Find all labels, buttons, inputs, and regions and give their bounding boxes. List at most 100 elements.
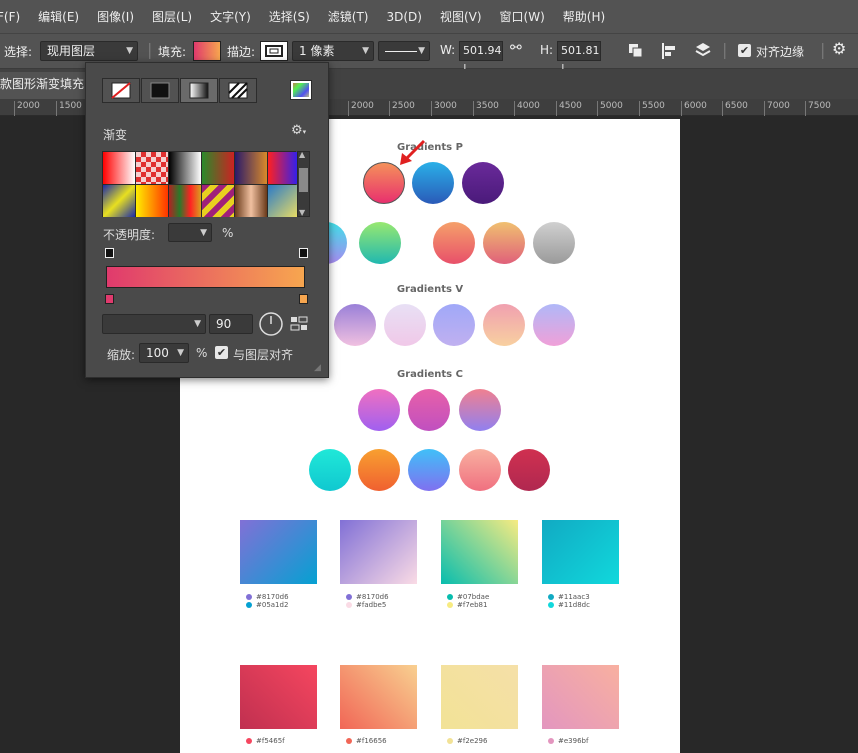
select-dropdown[interactable]: 现用图层 ▼ [40, 41, 138, 61]
stroke-swatch[interactable] [260, 41, 288, 61]
menu-help[interactable]: 帮助(H) [554, 8, 614, 25]
gradient-preset[interactable] [235, 152, 267, 184]
menu-file[interactable]: F(F) [0, 10, 29, 24]
color-stop-right[interactable] [299, 294, 308, 304]
gradient-preset[interactable] [136, 185, 168, 217]
gradient-square[interactable] [542, 520, 619, 584]
path-alignment-icon[interactable] [660, 42, 678, 60]
gradient-circle[interactable] [359, 222, 401, 264]
gradient-preset[interactable] [103, 185, 135, 217]
link-icon[interactable]: ⚯ [510, 40, 522, 56]
path-arrangement-icon[interactable] [693, 41, 713, 61]
gradient-circle[interactable] [459, 449, 501, 491]
color-picker-icon[interactable] [290, 80, 312, 100]
width-input[interactable]: 501.94 | [459, 41, 503, 75]
divider: | [820, 40, 826, 59]
gradient-preset[interactable] [235, 185, 267, 217]
menu-3d[interactable]: 3D(D) [377, 10, 430, 24]
height-input[interactable]: 501.81 | [557, 41, 601, 75]
document-tab[interactable]: 款图形渐变填充 [0, 72, 95, 99]
gear-icon[interactable]: ⚙ [832, 39, 846, 58]
menu-edit[interactable]: 编辑(E) [29, 8, 88, 25]
gradient-circle[interactable] [533, 222, 575, 264]
gradient-square[interactable] [340, 520, 417, 584]
gradient-preset[interactable] [169, 185, 201, 217]
scrollbar-thumb[interactable] [299, 168, 308, 192]
gradient-circle[interactable] [483, 304, 525, 346]
ruler-mark: 3500 [473, 101, 499, 116]
gradient-circle[interactable] [358, 389, 400, 431]
gradient-circle[interactable] [309, 449, 351, 491]
gradient-preset[interactable] [268, 152, 300, 184]
red-arrow-annotation [400, 139, 426, 165]
menu-window[interactable]: 窗口(W) [491, 8, 554, 25]
opacity-input[interactable]: ▼ [168, 223, 212, 242]
menu-view[interactable]: 视图(V) [431, 8, 491, 25]
stroke-type-dropdown[interactable]: ▼ [378, 41, 430, 61]
gradient-square[interactable] [542, 665, 619, 729]
gradient-circle[interactable] [459, 389, 501, 431]
solid-color-icon [150, 82, 170, 99]
menu-bar: F(F) 编辑(E) 图像(I) 图层(L) 文字(Y) 选择(S) 滤镜(T)… [0, 0, 858, 34]
gradient-circle[interactable] [408, 389, 450, 431]
path-operations-icon[interactable] [627, 42, 645, 60]
menu-filter[interactable]: 滤镜(T) [319, 8, 378, 25]
gradient-preset[interactable] [103, 152, 135, 184]
menu-select[interactable]: 选择(S) [260, 8, 319, 25]
menu-image[interactable]: 图像(I) [88, 8, 143, 25]
opacity-stop-left[interactable] [105, 248, 114, 258]
reverse-gradient-icon[interactable] [290, 316, 308, 332]
gradient-preset[interactable] [202, 185, 234, 217]
gradient-circle[interactable] [433, 222, 475, 264]
gradient-square[interactable] [441, 665, 518, 729]
ruler-mark: 6500 [722, 101, 748, 116]
color-dot [346, 602, 352, 608]
gradient-style-dropdown[interactable]: ▼ [102, 314, 206, 334]
color-dot [548, 594, 554, 600]
scale-input[interactable]: 100 ▼ [139, 343, 189, 363]
gradient-preset[interactable] [136, 152, 168, 184]
gradient-circle[interactable] [408, 449, 450, 491]
gradient-circle[interactable] [462, 162, 504, 204]
resize-grip-icon[interactable]: ◢ [314, 363, 321, 373]
gradient-preview-bar[interactable] [106, 266, 305, 288]
color-stop-left[interactable] [105, 294, 114, 304]
gradient-square[interactable] [240, 665, 317, 729]
gradient-circle[interactable] [433, 304, 475, 346]
gradient-square[interactable] [441, 520, 518, 584]
gradient-label: 渐变 [103, 128, 128, 142]
gradient-square[interactable] [240, 520, 317, 584]
gradient-circle[interactable] [334, 304, 376, 346]
gradient-preset[interactable] [268, 185, 300, 217]
gradient-circle[interactable] [483, 222, 525, 264]
color-dot [447, 602, 453, 608]
chevron-down-icon[interactable]: ▼ [299, 208, 305, 217]
presets-scrollbar[interactable]: ▲ ▼ [297, 150, 310, 217]
stroke-width-dropdown[interactable]: 1 像素 ▼ [292, 41, 374, 61]
gear-icon[interactable]: ⚙▾ [291, 123, 306, 138]
angle-dial-icon[interactable] [258, 311, 284, 337]
stroke-none-icon [265, 45, 283, 57]
align-with-layer-checkbox[interactable]: ✔ [215, 346, 228, 359]
no-fill-button[interactable] [102, 78, 140, 103]
menu-type[interactable]: 文字(Y) [201, 8, 260, 25]
color-dot [246, 602, 252, 608]
solid-fill-button[interactable] [141, 78, 179, 103]
fill-swatch[interactable] [193, 41, 221, 61]
chevron-up-icon[interactable]: ▲ [299, 150, 305, 159]
gradient-circle[interactable] [384, 304, 426, 346]
gradient-preset[interactable] [169, 152, 201, 184]
align-edges-checkbox[interactable]: ✔ [738, 44, 751, 57]
gradient-fill-button[interactable] [180, 78, 218, 103]
select-value: 现用图层 [47, 44, 96, 58]
opacity-stop-right[interactable] [299, 248, 308, 258]
gradient-square[interactable] [340, 665, 417, 729]
color-code: #07bdae [457, 593, 490, 601]
gradient-circle[interactable] [358, 449, 400, 491]
gradient-circle[interactable] [508, 449, 550, 491]
angle-input[interactable]: 90 [209, 314, 253, 334]
pattern-fill-button[interactable] [219, 78, 257, 103]
gradient-preset[interactable] [202, 152, 234, 184]
gradient-circle[interactable] [533, 304, 575, 346]
menu-layer[interactable]: 图层(L) [143, 8, 201, 25]
